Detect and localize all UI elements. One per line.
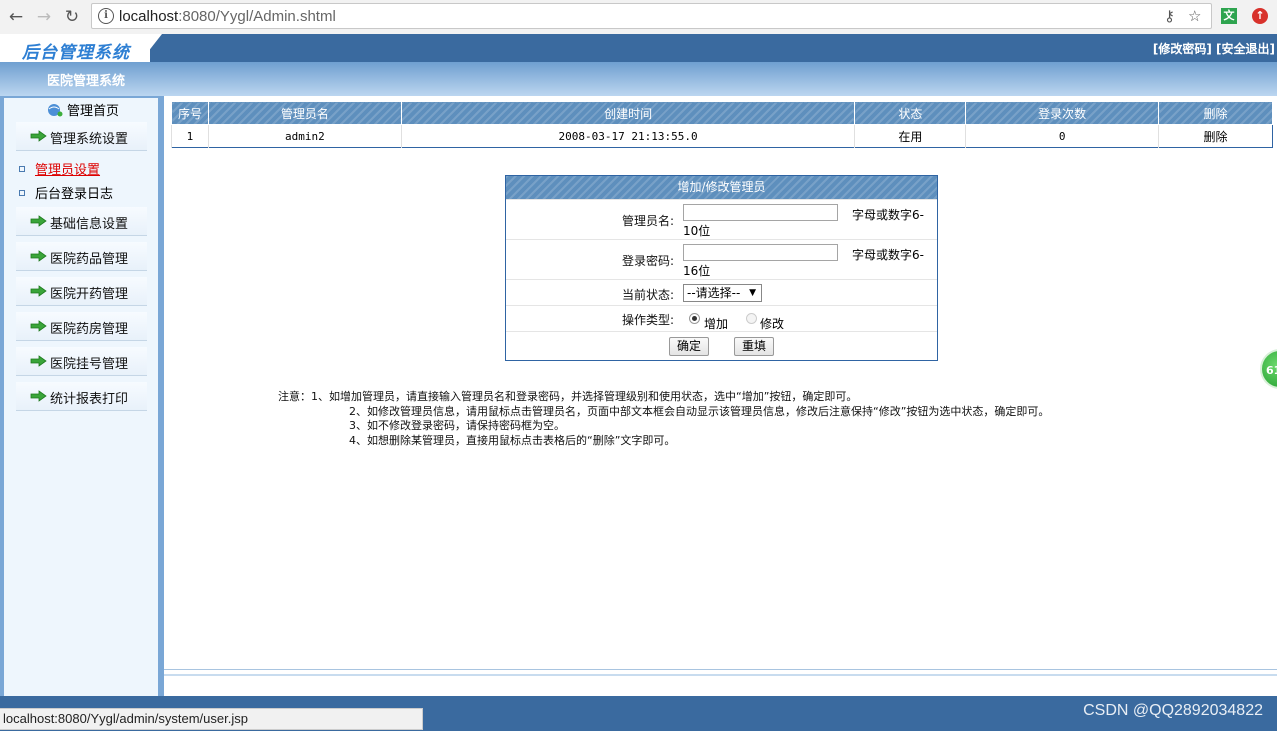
sidebar-menu-basic-info[interactable]: 基础信息设置 xyxy=(16,207,147,236)
address-bar[interactable]: i localhost:8080/Yygl/Admin.shtml ⚷ ☆ xyxy=(91,3,1212,29)
cell-logins: 0 xyxy=(965,124,1159,148)
form-row-actions: 确定 重填 xyxy=(506,331,937,361)
sidebar-menu-reports[interactable]: 统计报表打印 xyxy=(16,382,147,411)
bullet-icon xyxy=(19,190,25,196)
admin-name-input[interactable] xyxy=(683,204,838,221)
form-row-name: 管理员名: 字母或数字6- 10位 xyxy=(506,199,937,240)
name-label: 管理员名: xyxy=(621,214,674,228)
green-arrow-icon xyxy=(30,250,47,262)
system-title: 医院管理系统 xyxy=(47,74,126,89)
sidebar-menu-label: 医院药房管理 xyxy=(50,322,129,337)
status-select[interactable]: --请选择-- ▼ xyxy=(683,284,762,302)
green-arrow-icon xyxy=(30,355,47,367)
sidebar-menu-label: 统计报表打印 xyxy=(50,392,129,407)
cell-created: 2008-03-17 21:13:55.0 xyxy=(400,124,855,148)
cell-status: 在用 xyxy=(854,124,966,148)
green-arrow-icon xyxy=(30,390,47,402)
col-header-name: 管理员名 xyxy=(207,101,402,125)
admin-table: 序号 管理员名 创建时间 状态 登录次数 删除 1 admin2 2008-03… xyxy=(171,101,1273,148)
sidebar-item-label[interactable]: 管理员设置 xyxy=(35,163,100,178)
col-header-logins: 登录次数 xyxy=(965,101,1160,125)
reset-button[interactable]: 重填 xyxy=(734,337,774,356)
title-band xyxy=(0,62,1277,96)
sidebar-menu-label: 医院挂号管理 xyxy=(50,357,129,372)
sidebar-home-label: 管理首页 xyxy=(67,104,120,119)
delete-link[interactable]: 删除 xyxy=(1158,124,1273,148)
form-title: 增加/修改管理员 xyxy=(506,176,937,199)
form-row-type: 操作类型: 增加 修改 xyxy=(506,305,937,332)
sidebar-menu-label: 医院开药管理 xyxy=(50,287,129,302)
star-icon[interactable]: ☆ xyxy=(1188,7,1201,25)
sidebar-menu-system[interactable]: 管理系统设置 xyxy=(16,122,147,151)
extension-icon[interactable]: ↑ xyxy=(1252,8,1268,24)
sidebar-item-label[interactable]: 后台登录日志 xyxy=(35,187,113,202)
app-header xyxy=(0,34,1277,62)
address-url: localhost:8080/Yygl/Admin.shtml xyxy=(119,8,336,25)
status-select-value: --请选择-- xyxy=(687,286,741,300)
password-hint: 字母或数字6- xyxy=(852,248,924,262)
translate-extension-icon[interactable]: 文 xyxy=(1221,8,1237,24)
bullet-icon xyxy=(19,166,25,172)
form-row-status: 当前状态: --请选择-- ▼ xyxy=(506,279,937,306)
sidebar-menu-label: 管理系统设置 xyxy=(50,132,129,147)
sidebar-menu-label: 基础信息设置 xyxy=(50,217,129,232)
green-arrow-icon xyxy=(30,130,47,142)
name-hint-tail: 10位 xyxy=(683,224,711,238)
green-arrow-icon xyxy=(30,285,47,297)
instructions: 注意：1、如增加管理员，请直接输入管理员名和登录密码，并选择管理级别和使用状态，… xyxy=(278,390,1049,448)
password-hint-tail: 16位 xyxy=(683,264,711,278)
form-row-password: 登录密码: 字母或数字6- 16位 xyxy=(506,239,937,280)
dropdown-caret-icon: ▼ xyxy=(749,288,756,298)
sidebar-home[interactable]: 管理首页 xyxy=(47,100,119,120)
logo: 后台管理系统 xyxy=(22,43,130,63)
header-links[interactable]: [修改密码] [安全退出] xyxy=(1153,40,1275,57)
key-icon[interactable]: ⚷ xyxy=(1164,7,1175,25)
divider xyxy=(164,669,1277,670)
col-header-delete: 删除 xyxy=(1158,101,1273,125)
sidebar-item-admin-settings[interactable]: 管理员设置 xyxy=(19,159,100,178)
sidebar-menu-pharmacy[interactable]: 医院药房管理 xyxy=(16,312,147,341)
sidebar-menu-drugs[interactable]: 医院药品管理 xyxy=(16,242,147,271)
admin-form: 增加/修改管理员 管理员名: 字母或数字6- 10位 登录密码: 字母或数字6-… xyxy=(505,175,938,361)
col-header-created: 创建时间 xyxy=(400,101,856,125)
radio-edit[interactable] xyxy=(746,313,757,324)
note-line: 3、如不修改登录密码，请保持密码框为空。 xyxy=(349,419,565,432)
name-hint: 字母或数字6- xyxy=(852,208,924,222)
password-label: 登录密码: xyxy=(621,254,674,268)
cell-admin-name-link[interactable]: admin2 xyxy=(207,124,402,148)
note-line: 注意：1、如增加管理员，请直接输入管理员名和登录密码，并选择管理级别和使用状态，… xyxy=(278,390,858,403)
sidebar-menu-registration[interactable]: 医院挂号管理 xyxy=(16,347,147,376)
table-header-row: 序号 管理员名 创建时间 状态 登录次数 删除 xyxy=(171,101,1273,125)
radio-add-label[interactable]: 增加 xyxy=(704,315,728,332)
password-input[interactable] xyxy=(683,244,838,261)
radio-edit-label[interactable]: 修改 xyxy=(760,315,784,332)
status-label: 当前状态: xyxy=(621,288,674,302)
sidebar-item-login-log[interactable]: 后台登录日志 xyxy=(19,183,113,202)
header-links-text[interactable]: [修改密码] [安全退出] xyxy=(1153,42,1275,56)
note-line: 2、如修改管理员信息，请用鼠标点击管理员名，页面中部文本框会自动显示该管理员信息… xyxy=(349,404,1050,418)
forward-arrow-icon[interactable]: → xyxy=(33,6,55,28)
logo-slant xyxy=(140,34,162,62)
info-icon[interactable]: i xyxy=(98,8,114,24)
sidebar-menu-prescribe[interactable]: 医院开药管理 xyxy=(16,277,147,306)
divider xyxy=(164,674,1277,676)
type-label: 操作类型: xyxy=(621,313,674,327)
radio-add[interactable] xyxy=(689,313,700,324)
submit-button[interactable]: 确定 xyxy=(669,337,709,356)
col-header-no: 序号 xyxy=(171,101,209,125)
green-arrow-icon xyxy=(30,215,47,227)
globe-icon xyxy=(48,104,63,117)
table-row: 1 admin2 2008-03-17 21:13:55.0 在用 0 删除 xyxy=(171,124,1273,148)
watermark: CSDN @QQ2892034822 xyxy=(1083,702,1263,719)
reload-icon[interactable]: ↻ xyxy=(61,6,83,28)
note-line: 4、如想删除某管理员，直接用鼠标点击表格后的“删除”文字即可。 xyxy=(349,433,676,447)
browser-status-url: localhost:8080/Yygl/admin/system/user.js… xyxy=(0,708,423,730)
cell-no: 1 xyxy=(171,124,209,148)
col-header-status: 状态 xyxy=(854,101,967,125)
back-arrow-icon[interactable]: ← xyxy=(5,6,27,28)
sidebar-menu-label: 医院药品管理 xyxy=(50,252,129,267)
green-arrow-icon xyxy=(30,320,47,332)
